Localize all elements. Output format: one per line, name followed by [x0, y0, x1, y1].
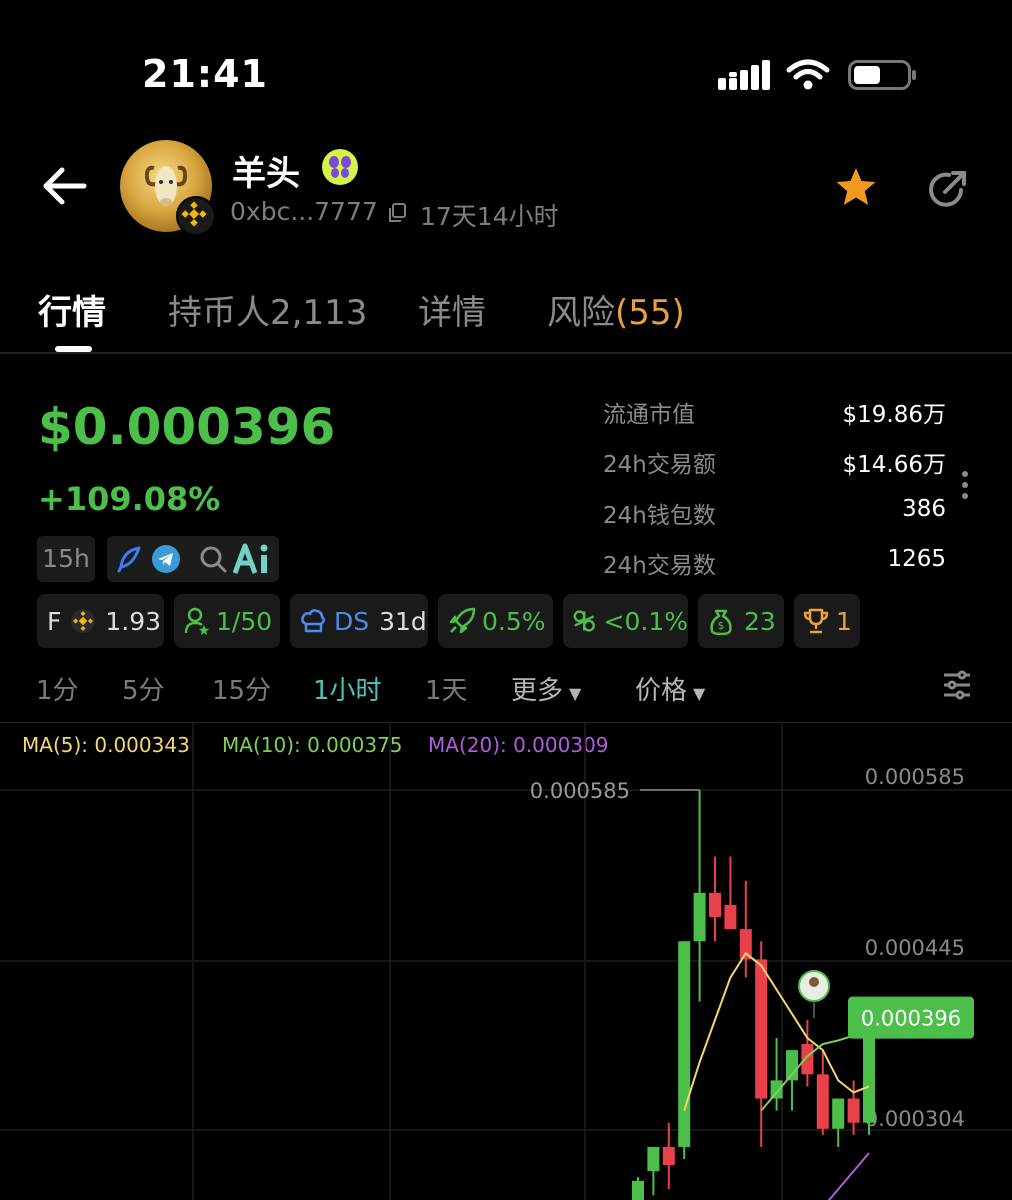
rocket-value: 0.5%: [482, 606, 546, 636]
user-star-icon: [184, 607, 209, 635]
price-mode-dropdown[interactable]: 价格 ▼: [635, 670, 705, 707]
token-age: 17天14小时: [420, 202, 559, 231]
stat-value-market-cap: $19.86万: [842, 402, 946, 428]
holders-value: 1/50: [216, 606, 273, 636]
tab-details[interactable]: 详情: [418, 285, 486, 334]
interval-1d[interactable]: 1天: [425, 670, 468, 707]
verified-badge: [322, 149, 358, 185]
candle-body: [755, 959, 768, 1099]
holders-badge[interactable]: 1/50: [174, 594, 280, 648]
status-time: 21:41: [142, 52, 268, 96]
social-links: [107, 536, 279, 582]
money-bag-value: 23: [744, 606, 776, 636]
candle-body: [816, 1074, 829, 1129]
candle-body: [662, 1146, 675, 1166]
stat-label-trades: 24h交易数: [603, 553, 716, 579]
search-icon[interactable]: [199, 545, 227, 573]
bnb-chain-badge: [176, 196, 216, 236]
interval-5m[interactable]: 5分: [122, 670, 165, 707]
trophy-icon: [803, 608, 829, 634]
y-tick-label: 0.000445: [865, 936, 965, 960]
verified-butterfly-icon: [329, 156, 351, 178]
price-change: +109.08%: [38, 480, 221, 518]
ds-badge[interactable]: DS 31d: [290, 594, 428, 648]
share-icon[interactable]: [925, 168, 969, 212]
f-score-badge[interactable]: F 1.93: [37, 594, 164, 648]
stat-value-trades: 1265: [887, 546, 946, 572]
trophy-badge[interactable]: 1: [794, 594, 860, 648]
stat-label-market-cap: 流通市值: [603, 402, 695, 428]
candle-body: [832, 1098, 845, 1129]
stat-value-wallets: 386: [902, 496, 946, 522]
f-value: 1.93: [105, 606, 162, 636]
copy-icon[interactable]: [388, 203, 406, 223]
stat-label-volume: 24h交易额: [603, 452, 716, 478]
candle-body: [847, 1098, 860, 1123]
age-pill: 15h: [37, 536, 95, 582]
candlestick-chart[interactable]: 0.000585 0.000445 0.000304 0.000585 0.000396: [0, 722, 1012, 1200]
risk-count: (55): [615, 293, 685, 333]
ds-value: 31d: [379, 606, 427, 636]
chevron-down-icon: ▼: [693, 684, 706, 703]
rocket-badge[interactable]: 0.5%: [438, 594, 553, 648]
bundle-value: <0.1%: [603, 606, 688, 636]
y-tick-label: 0.000585: [865, 765, 965, 789]
f-label: F: [47, 606, 62, 636]
candle-body: [709, 892, 721, 918]
ds-label: DS: [334, 606, 370, 636]
price-mode-label: 价格: [635, 676, 688, 706]
tab-holders[interactable]: 持币人2,113: [168, 285, 367, 334]
interval-1m[interactable]: 1分: [36, 670, 79, 707]
tab-risk-label: 风险: [547, 293, 615, 333]
bundle-icon: [573, 610, 595, 632]
telegram-icon[interactable]: [151, 544, 181, 574]
high-price-label: 0.000585: [530, 779, 630, 803]
candle-body: [693, 892, 706, 942]
age-pill-text: 15h: [42, 544, 90, 573]
trophy-value: 1: [836, 606, 852, 636]
stat-value-volume: $14.66万: [842, 452, 946, 478]
candle-body: [632, 1180, 644, 1200]
more-stats-icon[interactable]: [960, 470, 970, 500]
stat-label-wallets: 24h钱包数: [603, 503, 716, 529]
interval-1h[interactable]: 1小时: [313, 670, 382, 707]
svg-text:$: $: [718, 619, 725, 632]
wifi-icon: [786, 59, 830, 90]
current-price-tag-text: 0.000396: [861, 1007, 961, 1031]
y-tick-label: 0.000304: [865, 1107, 965, 1131]
candle-body: [770, 1080, 783, 1099]
trader-marker-face: [809, 977, 819, 987]
interval-more-dropdown[interactable]: 更多 ▼: [511, 670, 581, 707]
bundle-badge[interactable]: <0.1%: [563, 594, 688, 648]
candle-body: [647, 1146, 660, 1172]
cellular-signal-icon: [718, 60, 770, 90]
chevron-down-icon: ▼: [569, 684, 582, 703]
rocket-icon: [449, 607, 476, 634]
current-price: $0.000396: [38, 398, 336, 456]
candle-body: [801, 1044, 814, 1075]
money-bag-icon: $: [710, 609, 732, 635]
token-name: 羊头: [232, 154, 300, 194]
chart-settings-icon[interactable]: [942, 670, 972, 700]
ma20-line: [827, 1152, 870, 1200]
feather-icon[interactable]: [115, 545, 143, 573]
contract-address[interactable]: 0xbc...7777: [230, 197, 378, 226]
chef-hat-icon: [301, 609, 325, 633]
candle-body: [678, 941, 691, 1147]
tab-divider: [0, 352, 1012, 354]
money-bag-badge[interactable]: $ 23: [698, 594, 784, 648]
interval-15m[interactable]: 15分: [212, 670, 271, 707]
tab-market[interactable]: 行情: [38, 285, 106, 334]
interval-more-label: 更多: [511, 676, 564, 706]
tab-risk[interactable]: 风险(55): [547, 285, 685, 334]
battery-icon: [848, 60, 916, 90]
candle-body: [724, 904, 737, 930]
bnb-icon: [71, 609, 96, 633]
bnb-chain-icon: [181, 201, 207, 227]
back-arrow-icon[interactable]: [40, 166, 88, 206]
favorite-star-icon[interactable]: [834, 166, 878, 208]
ai-icon[interactable]: [233, 543, 273, 575]
